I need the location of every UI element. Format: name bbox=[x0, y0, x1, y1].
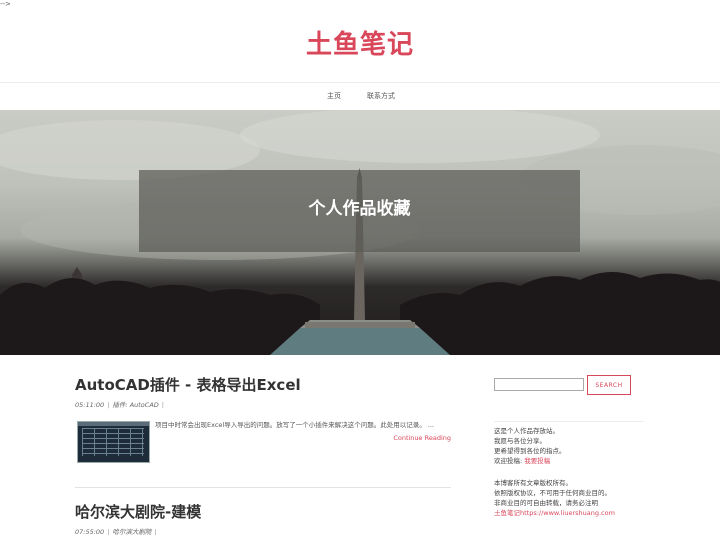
post-card: AutoCAD插件 - 表格导出Excel 05:11:00 | 插件: AutoC… bbox=[75, 376, 451, 463]
copyright-line: 非商业目的可自由转载，请务必注明 bbox=[494, 499, 598, 507]
sidebar-copyright: 本博客所有文章版权所有。 依照版权协议，不可用于任何商业目的。 非商业目的可自由… bbox=[494, 478, 615, 518]
about-line: 欢迎投稿: 我要投稿 bbox=[494, 456, 566, 466]
main-nav: 主页 联系方式 bbox=[0, 82, 720, 111]
copyright-line: 本博客所有文章版权所有。 bbox=[494, 479, 572, 487]
post-meta: 07:55:00 | 哈尔滨大剧院 | bbox=[75, 528, 157, 536]
copyright-line: 土鱼笔记https://www.liuershuang.com bbox=[494, 508, 615, 518]
search-button[interactable]: SEARCH bbox=[587, 375, 631, 395]
post-thumbnail[interactable] bbox=[77, 421, 150, 463]
post-time: 07:55:00 bbox=[75, 528, 105, 536]
nav-item-home[interactable]: 主页 bbox=[327, 91, 341, 101]
post-title[interactable]: AutoCAD插件 - 表格导出Excel bbox=[75, 376, 451, 394]
sidebar-about: 这是个人作品存放站。 我愿与各位分享。 更希望得到各位的指点。 欢迎投稿: 我要… bbox=[494, 426, 566, 466]
search-input[interactable] bbox=[494, 378, 584, 391]
about-line: 我愿与各位分享。 bbox=[494, 437, 546, 445]
about-line: 更希望得到各位的指点。 bbox=[494, 447, 566, 455]
post-category-link[interactable]: 哈尔滨大剧院 bbox=[112, 528, 151, 536]
hero-title: 个人作品收藏 bbox=[308, 199, 411, 219]
submit-link[interactable]: 我要投稿 bbox=[524, 457, 550, 465]
sidebar-divider bbox=[494, 421, 644, 422]
thumbnail-table-grid bbox=[82, 428, 144, 456]
site-header: 土鱼笔记 bbox=[0, 0, 720, 83]
post-divider bbox=[75, 487, 451, 488]
post-category-prefix: 插件: bbox=[112, 401, 128, 409]
post-category-link[interactable]: AutoCAD bbox=[130, 401, 159, 409]
post-card: 哈尔滨大剧院-建模 07:55:00 | 哈尔滨大剧院 | bbox=[75, 503, 451, 536]
nav-item-contact[interactable]: 联系方式 bbox=[367, 91, 395, 101]
site-url-link[interactable]: 土鱼笔记https://www.liuershuang.com bbox=[494, 509, 615, 517]
site-title[interactable]: 土鱼笔记 bbox=[0, 24, 720, 61]
thumbnail-toolbar bbox=[78, 422, 149, 426]
post-time: 05:11:00 bbox=[75, 401, 105, 409]
post-meta: 05:11:00 | 插件: AutoCAD | bbox=[75, 401, 164, 409]
copyright-line: 依照版权协议，不可用于任何商业目的。 bbox=[494, 489, 611, 497]
post-excerpt: 项目中时常会出现Excel导入导出的问题。放写了一个小插件来解决这个问题。此处用… bbox=[155, 421, 434, 429]
about-line: 这是个人作品存放站。 bbox=[494, 427, 559, 435]
read-more-link[interactable]: Continue Reading bbox=[393, 434, 451, 442]
submit-prefix: 欢迎投稿: bbox=[494, 457, 523, 465]
post-title[interactable]: 哈尔滨大剧院-建模 bbox=[75, 503, 451, 521]
hero-banner: 个人作品收藏 bbox=[0, 110, 720, 355]
